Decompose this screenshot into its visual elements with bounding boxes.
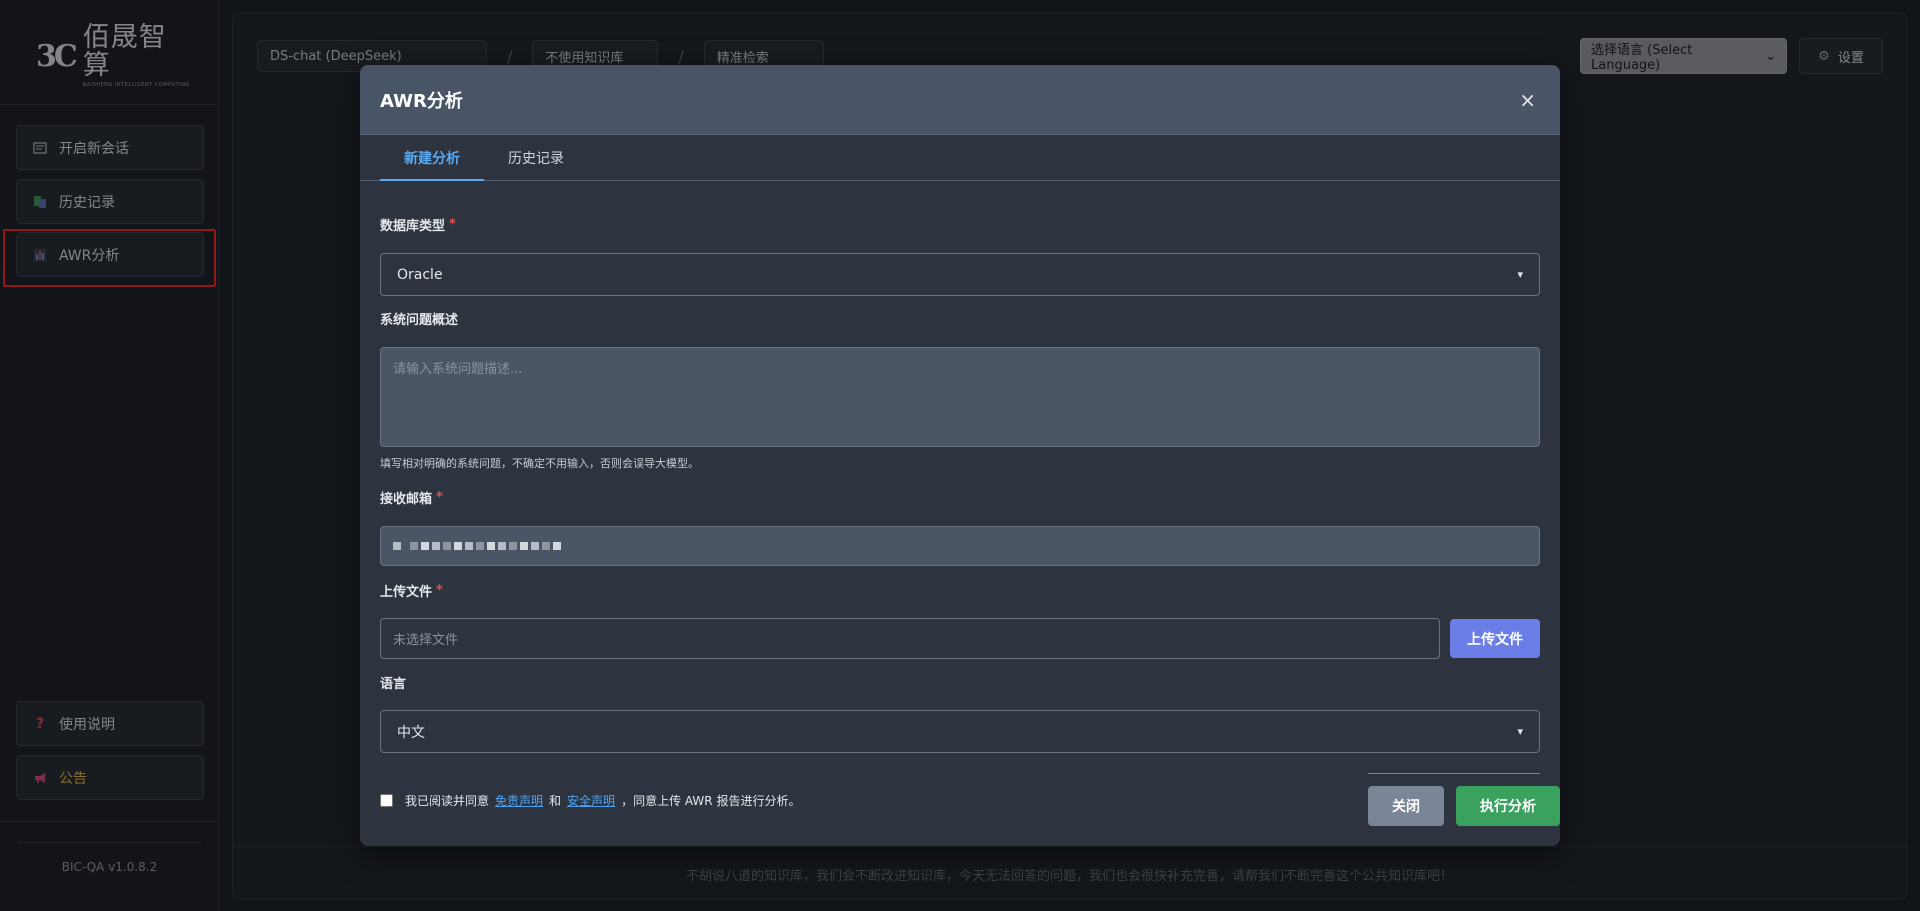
problem-label: 系统问题概述 [380, 313, 459, 328]
language-label: 语言 [380, 677, 407, 692]
file-path-field[interactable]: 未选择文件 [380, 618, 1440, 659]
disclaimer-link[interactable]: 免责声明 [495, 792, 543, 809]
button-divider [1368, 773, 1540, 774]
db-type-select[interactable]: Oracle ▾ [380, 253, 1540, 296]
chevron-down-icon: ▾ [1517, 268, 1523, 281]
modal-tabs: 新建分析 历史记录 [360, 135, 1560, 181]
upload-label: 上传文件 * [380, 583, 443, 600]
awr-modal: AWR分析 × 新建分析 历史记录 数据库类型 * Oracle ▾ 系统问题概… [360, 65, 1560, 846]
language-select[interactable]: 中文 ▾ [380, 710, 1540, 753]
run-analysis-button[interactable]: 执行分析 [1456, 786, 1560, 826]
tab-new-analysis[interactable]: 新建分析 [380, 135, 484, 181]
close-button[interactable]: 关闭 [1368, 786, 1444, 826]
email-field[interactable] [380, 526, 1540, 566]
modal-header: AWR分析 × [360, 65, 1560, 135]
db-type-label: 数据库类型 * [380, 217, 456, 234]
email-label: 接收邮箱 * [380, 490, 443, 507]
chevron-down-icon: ▾ [1517, 725, 1523, 738]
modal-title: AWR分析 [380, 90, 463, 112]
problem-textarea[interactable]: 请输入系统问题描述... [380, 347, 1540, 447]
security-statement-link[interactable]: 安全声明 [567, 792, 615, 809]
agreement-checkbox[interactable] [380, 794, 393, 807]
close-icon[interactable]: × [1519, 88, 1536, 112]
problem-hint: 填写相对明确的系统问题，不确定不用输入，否则会误导大模型。 [380, 457, 699, 470]
upload-file-button[interactable]: 上传文件 [1450, 619, 1540, 658]
tab-history[interactable]: 历史记录 [484, 135, 588, 180]
agreement-row: 我已阅读并同意 免责声明 和 安全声明 ，同意上传 AWR 报告进行分析。 [380, 792, 800, 809]
